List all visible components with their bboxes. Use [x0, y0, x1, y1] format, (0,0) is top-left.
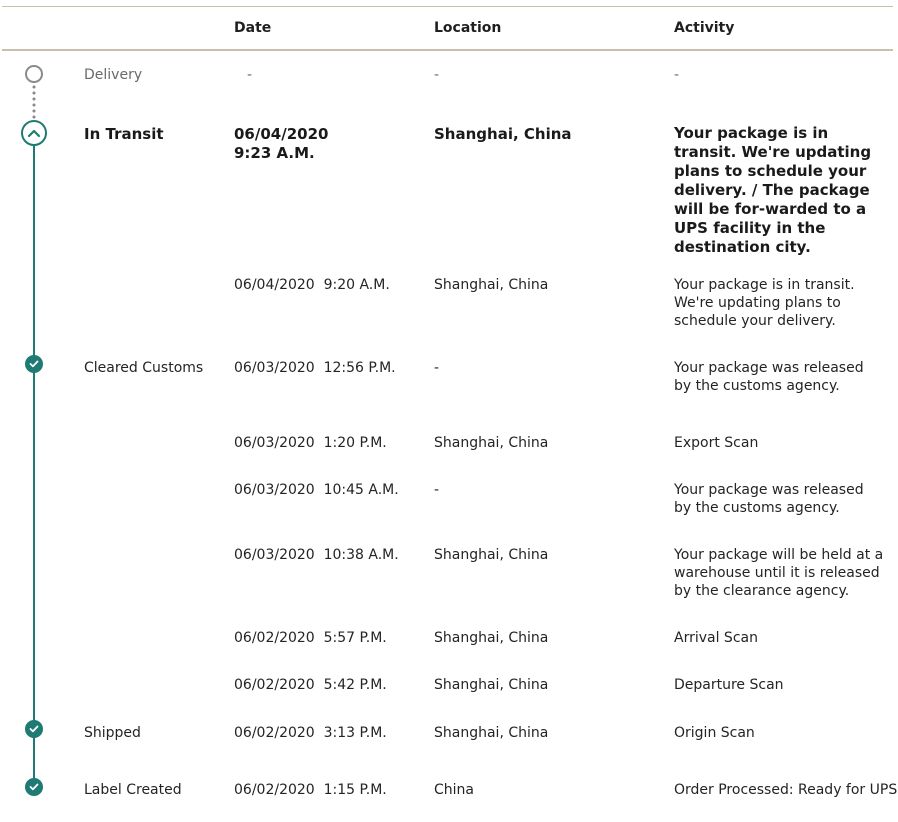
- row-location: Shanghai, China: [434, 725, 549, 741]
- status-cleared-customs: Cleared Customs: [84, 360, 204, 376]
- delivery-location: -: [434, 67, 440, 83]
- row-date: 06/02/2020 5:42 P.M.: [234, 677, 387, 693]
- timeline-dotted-connector: [32, 84, 36, 120]
- timeline-line: [33, 142, 35, 788]
- row-activity: Your package will be held at a warehouse…: [674, 547, 884, 599]
- top-divider: [2, 6, 893, 7]
- timeline-node-current-chevron-up-icon[interactable]: [21, 120, 47, 146]
- in-transit-location: Shanghai, China: [434, 125, 572, 143]
- row-location: China: [434, 782, 474, 798]
- status-in-transit: In Transit: [84, 125, 164, 143]
- row-date: 06/04/2020 9:20 A.M.: [234, 277, 390, 293]
- header-divider: [2, 49, 893, 51]
- row-location: Shanghai, China: [434, 277, 549, 293]
- row-date: 06/02/2020 5:57 P.M.: [234, 630, 387, 646]
- row-activity: Order Processed: Ready for UPS: [674, 782, 898, 798]
- row-date: 06/03/2020 12:56 P.M.: [234, 360, 396, 376]
- in-transit-activity: Your package is in transit. We're updati…: [674, 124, 872, 256]
- status-shipped: Shipped: [84, 725, 141, 741]
- row-activity: Your package was released by the customs…: [674, 482, 864, 516]
- timeline-node-shipped-check-icon: [25, 720, 43, 738]
- row-activity: Your package is in transit. We're updati…: [674, 277, 855, 329]
- status-delivery: Delivery: [84, 67, 143, 83]
- row-date: 06/02/2020 3:13 P.M.: [234, 725, 387, 741]
- status-label-created: Label Created: [84, 782, 182, 798]
- timeline-node-label-created-check-icon: [25, 778, 43, 796]
- in-transit-date-line1: 06/04/2020: [234, 125, 329, 143]
- row-location: -: [434, 360, 440, 376]
- row-location: Shanghai, China: [434, 630, 549, 646]
- column-header-date: Date: [234, 20, 272, 36]
- timeline-node-cleared-customs-check-icon: [25, 355, 43, 373]
- row-activity: Export Scan: [674, 435, 759, 451]
- row-location: Shanghai, China: [434, 435, 549, 451]
- row-date: 06/03/2020 1:20 P.M.: [234, 435, 387, 451]
- column-header-location: Location: [434, 20, 502, 36]
- delivery-activity: -: [674, 67, 680, 83]
- chevron-up-icon: [27, 129, 41, 138]
- row-location: Shanghai, China: [434, 547, 549, 563]
- row-date: 06/02/2020 1:15 P.M.: [234, 782, 387, 798]
- in-transit-date: 06/04/2020 9:23 A.M.: [234, 125, 328, 163]
- row-activity: Origin Scan: [674, 725, 755, 741]
- row-date: 06/03/2020 10:38 A.M.: [234, 547, 399, 563]
- row-location: Shanghai, China: [434, 677, 549, 693]
- row-activity: Departure Scan: [674, 677, 784, 693]
- row-date: 06/03/2020 10:45 A.M.: [234, 482, 399, 498]
- delivery-date: -: [247, 67, 253, 83]
- in-transit-time: 9:23 A.M.: [234, 144, 315, 162]
- column-header-activity: Activity: [674, 20, 735, 36]
- row-activity: Your package was released by the customs…: [674, 360, 864, 394]
- timeline-node-delivery-icon: [25, 65, 43, 83]
- row-location: -: [434, 482, 440, 498]
- row-activity: Arrival Scan: [674, 630, 758, 646]
